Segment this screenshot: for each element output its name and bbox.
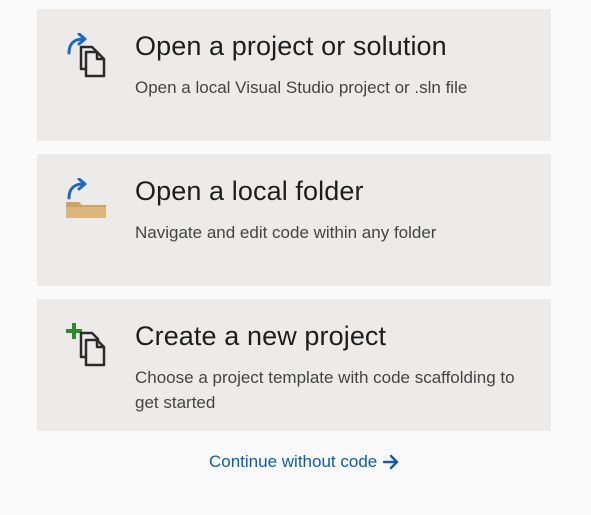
card-title: Open a project or solution xyxy=(135,31,447,61)
open-folder-card[interactable]: Open a local folder Navigate and edit co… xyxy=(37,154,551,286)
card-title: Open a local folder xyxy=(135,176,364,206)
card-description: Choose a project template with code scaf… xyxy=(135,368,515,412)
card-description: Navigate and edit code within any folder xyxy=(135,223,437,242)
new-project-card[interactable]: Create a new project Choose a project te… xyxy=(37,299,551,431)
continue-without-code-link[interactable]: Continue without code xyxy=(209,452,399,472)
arrow-right-icon xyxy=(383,454,399,470)
card-description: Open a local Visual Studio project or .s… xyxy=(135,78,468,97)
open-project-card[interactable]: Open a project or solution Open a local … xyxy=(37,9,551,141)
card-title: Create a new project xyxy=(135,321,387,351)
open-project-icon xyxy=(65,32,113,81)
new-project-icon xyxy=(65,323,113,371)
continue-link-label: Continue without code xyxy=(209,452,378,471)
open-folder-icon xyxy=(65,177,113,226)
